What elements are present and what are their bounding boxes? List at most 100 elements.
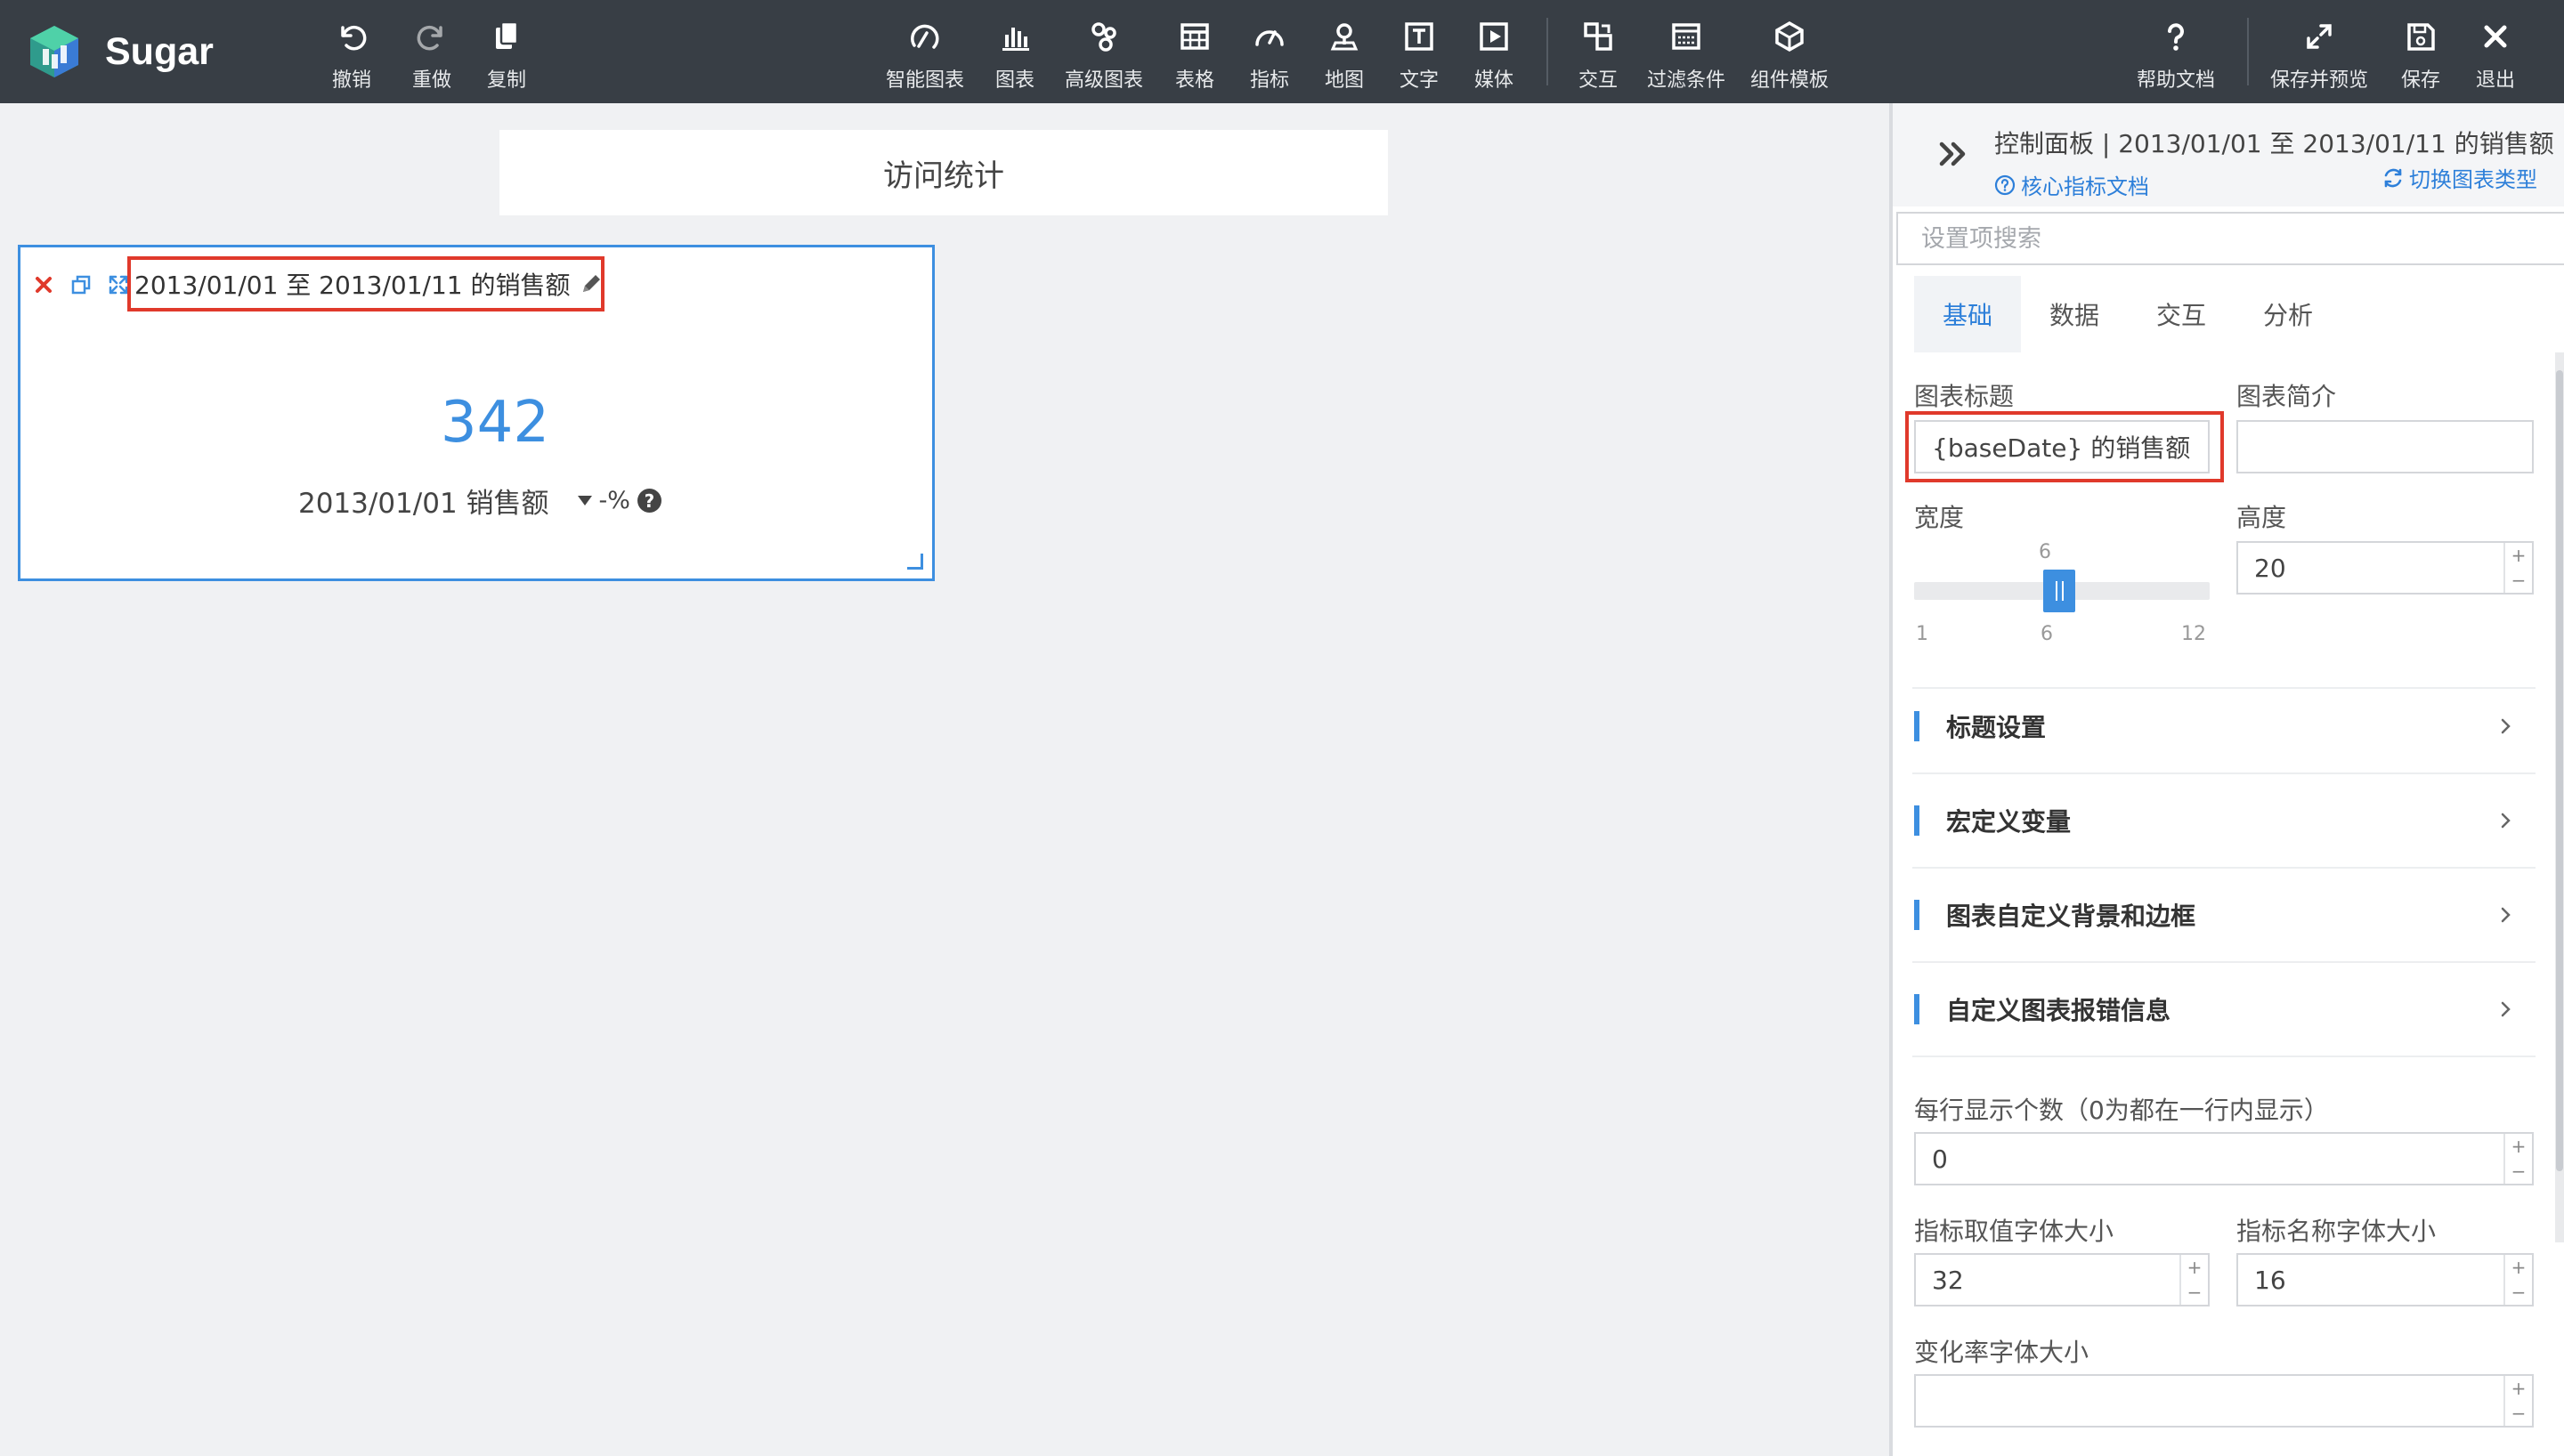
text-button[interactable]: 文字 bbox=[1399, 16, 1440, 93]
filter-button[interactable]: 过滤条件 bbox=[1647, 16, 1725, 93]
smart-chart-button[interactable]: 智能图表 bbox=[886, 16, 964, 93]
width-slider-handle[interactable] bbox=[2043, 570, 2075, 612]
brand: Sugar bbox=[25, 21, 214, 82]
media-button[interactable]: 媒体 bbox=[1473, 16, 1514, 93]
interaction-button[interactable]: 交互 bbox=[1578, 16, 1619, 93]
change-font-size-value[interactable] bbox=[1916, 1376, 2503, 1426]
section-background-border[interactable]: 图表自定义背景和边框 bbox=[1912, 869, 2536, 963]
switch-chart-type-link[interactable]: 切换图表类型 bbox=[2382, 162, 2537, 193]
change-font-decrement-button[interactable]: − bbox=[2505, 1401, 2532, 1426]
delete-icon bbox=[36, 277, 52, 293]
tab-basic[interactable]: 基础 bbox=[1914, 276, 2021, 352]
advanced-chart-button[interactable]: 高级图表 bbox=[1065, 16, 1143, 93]
name-font-size-stepper[interactable]: 16 + − bbox=[2236, 1253, 2534, 1306]
table-button[interactable]: 表格 bbox=[1174, 16, 1215, 93]
value-font-increment-button[interactable]: + bbox=[2181, 1255, 2208, 1280]
change-font-size-label: 变化率字体大小 bbox=[1914, 1338, 2089, 1367]
app-name: Sugar bbox=[105, 29, 214, 73]
section-title-settings-label: 标题设置 bbox=[1946, 713, 2047, 742]
height-stepper[interactable]: 20 + − bbox=[2236, 541, 2534, 595]
indicator-button[interactable]: 指标 bbox=[1249, 16, 1290, 93]
per-row-stepper[interactable]: 0 + − bbox=[1914, 1132, 2534, 1185]
switch-chart-type-label: 切换图表类型 bbox=[2409, 167, 2537, 192]
panel-title: 控制面板 | 2013/01/01 至 2013/01/11 的销售额 bbox=[1994, 129, 2554, 158]
page-title[interactable]: 访问统计 bbox=[499, 130, 1388, 215]
value-font-decrement-button[interactable]: − bbox=[2181, 1280, 2208, 1305]
change-font-size-stepper[interactable]: + − bbox=[1914, 1374, 2534, 1428]
refresh-icon bbox=[2384, 168, 2402, 187]
chart-title-label: 图表标题 bbox=[1914, 382, 2015, 411]
undo-button[interactable]: 撤销 bbox=[331, 16, 372, 93]
bar-chart-icon bbox=[1002, 28, 1029, 51]
scrollbar-thumb[interactable] bbox=[2556, 370, 2563, 1171]
name-font-increment-button[interactable]: + bbox=[2505, 1255, 2532, 1280]
chart-desc-label: 图表简介 bbox=[2236, 382, 2337, 411]
height-increment-button[interactable]: + bbox=[2505, 543, 2532, 568]
delete-widget-button[interactable] bbox=[31, 272, 56, 297]
redo-label: 重做 bbox=[411, 69, 451, 92]
duplicate-widget-button[interactable] bbox=[69, 272, 93, 297]
doc-link-label: 核心指标文档 bbox=[2021, 174, 2149, 199]
name-font-size-value[interactable]: 16 bbox=[2238, 1255, 2503, 1305]
name-font-decrement-button[interactable]: − bbox=[2505, 1280, 2532, 1305]
tab-analysis[interactable]: 分析 bbox=[2235, 276, 2341, 352]
per-row-increment-button[interactable]: + bbox=[2505, 1134, 2532, 1159]
tab-data[interactable]: 数据 bbox=[2021, 276, 2128, 352]
sugar-logo-icon bbox=[30, 26, 78, 77]
edit-title-button[interactable] bbox=[579, 271, 604, 297]
pencil-icon bbox=[583, 275, 601, 292]
width-slider[interactable]: 6 1 6 12 bbox=[1914, 541, 2210, 648]
per-row-decrement-button[interactable]: − bbox=[2505, 1159, 2532, 1184]
expand-icon bbox=[2307, 24, 2332, 49]
widget-title-highlight: 2013/01/01 至 2013/01/11 的销售额 bbox=[127, 256, 604, 311]
redo-icon bbox=[417, 25, 442, 51]
tab-interaction[interactable]: 交互 bbox=[2128, 276, 2235, 352]
section-title-settings[interactable]: 标题设置 bbox=[1912, 680, 2536, 774]
save-button[interactable]: 保存 bbox=[2400, 16, 2441, 93]
chart-desc-input[interactable] bbox=[2236, 420, 2534, 473]
doc-link[interactable]: 核心指标文档 bbox=[1994, 169, 2149, 200]
settings-search-input[interactable] bbox=[1896, 212, 2564, 265]
height-decrement-button[interactable]: − bbox=[2505, 568, 2532, 593]
widget-title: 2013/01/01 至 2013/01/11 的销售额 bbox=[134, 271, 571, 300]
section-macro-variables[interactable]: 宏定义变量 bbox=[1912, 774, 2536, 869]
interaction-icon bbox=[1584, 22, 1612, 51]
redo-button[interactable]: 重做 bbox=[411, 16, 452, 93]
value-font-size-value[interactable]: 32 bbox=[1916, 1255, 2179, 1305]
chart-title-input[interactable] bbox=[1914, 420, 2210, 473]
table-icon bbox=[1181, 23, 1209, 50]
text-icon bbox=[1405, 22, 1433, 51]
save-label: 保存 bbox=[2400, 69, 2440, 92]
height-value[interactable]: 20 bbox=[2238, 543, 2503, 593]
value-font-size-label: 指标取值字体大小 bbox=[1914, 1217, 2114, 1246]
collapse-panel-icon[interactable] bbox=[1934, 133, 1975, 174]
help-button[interactable]: 帮助文档 bbox=[2137, 16, 2215, 93]
text-label: 文字 bbox=[1399, 69, 1439, 92]
map-button[interactable]: 地图 bbox=[1324, 16, 1365, 93]
panel-scrollbar[interactable] bbox=[2555, 352, 2564, 1242]
smart-chart-icon bbox=[911, 24, 939, 49]
help-circle-icon[interactable]: ? bbox=[637, 489, 661, 513]
map-label: 地图 bbox=[1324, 69, 1364, 92]
component-template-button[interactable]: 组件模板 bbox=[1750, 16, 1829, 93]
chevron-right-icon bbox=[2501, 907, 2511, 923]
map-pin-icon bbox=[1330, 23, 1359, 51]
toolbar-divider bbox=[1546, 18, 1548, 85]
section-error-message[interactable]: 自定义图表报错信息 bbox=[1912, 963, 2536, 1057]
media-label: 媒体 bbox=[1473, 69, 1513, 92]
chevron-right-icon bbox=[2501, 718, 2511, 734]
section-background-border-label: 图表自定义背景和边框 bbox=[1946, 902, 2196, 931]
kpi-label: 2013/01/01 销售额 bbox=[298, 488, 549, 520]
chart-button[interactable]: 图表 bbox=[994, 16, 1035, 93]
panel-header: 控制面板 | 2013/01/01 至 2013/01/11 的销售额 核心指标… bbox=[1893, 103, 2564, 206]
floppy-icon bbox=[2407, 23, 2435, 51]
exit-button[interactable]: 退出 bbox=[2475, 16, 2516, 93]
kpi-value: 342 bbox=[440, 390, 550, 456]
copy-button[interactable]: 复制 bbox=[486, 16, 527, 93]
value-font-size-stepper[interactable]: 32 + − bbox=[1914, 1253, 2210, 1306]
per-row-value[interactable]: 0 bbox=[1916, 1134, 2503, 1184]
kpi-widget[interactable]: 2013/01/01 至 2013/01/11 的销售额 342 2013/01… bbox=[18, 245, 935, 581]
change-font-increment-button[interactable]: + bbox=[2505, 1376, 2532, 1401]
save-preview-button[interactable]: 保存并预览 bbox=[2270, 16, 2368, 93]
resize-handle[interactable] bbox=[907, 554, 923, 570]
